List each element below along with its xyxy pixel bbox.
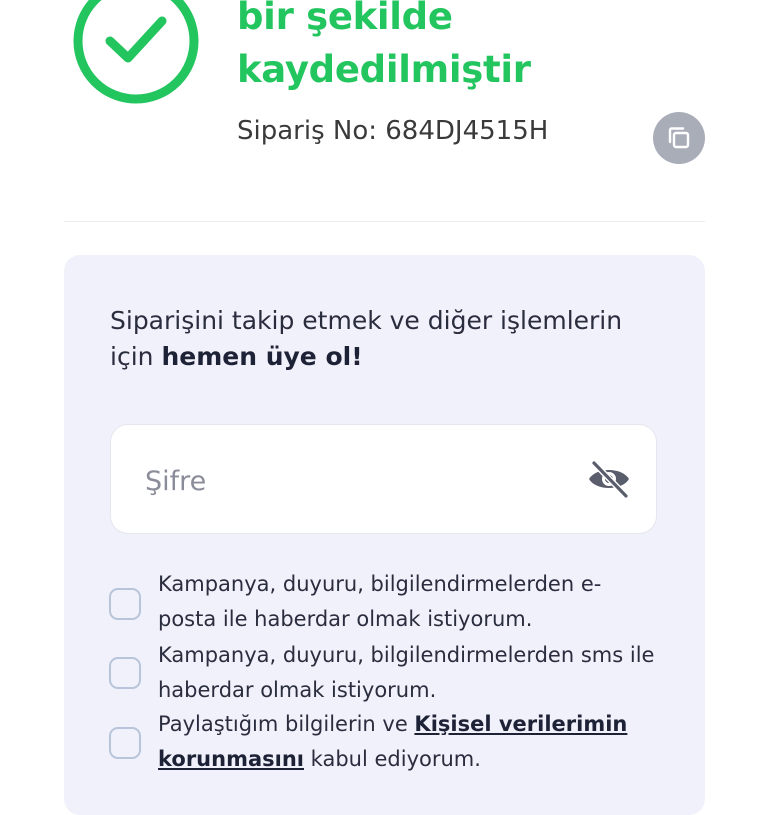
- signup-prompt: Siparişini takip etmek ve diğer işlemler…: [110, 303, 630, 375]
- order-number: Sipariş No: 684DJ4515H: [237, 116, 549, 146]
- eye-off-icon[interactable]: [586, 459, 632, 499]
- check-circle-icon: [73, 0, 199, 104]
- consent-kvkk-label: Paylaştığım bilgilerin ve Kişisel verile…: [158, 707, 658, 777]
- consent-kvkk-text-after: kabul ediyorum.: [304, 747, 481, 771]
- title-line-1: bir şekilde: [237, 0, 453, 38]
- password-input[interactable]: [143, 455, 567, 507]
- consent-email-label: Kampanya, duyuru, bilgilendirmelerden e-…: [158, 572, 602, 631]
- page-title: bir şekilde kaydedilmiştir: [237, 0, 531, 96]
- signup-prompt-bold: hemen üye ol!: [161, 342, 363, 371]
- consent-kvkk-text-before: Paylaştığım bilgilerin ve: [158, 712, 415, 736]
- consent-sms-label: Kampanya, duyuru, bilgilendirmelerden sm…: [158, 643, 655, 702]
- copy-order-button[interactable]: [653, 112, 705, 164]
- password-field[interactable]: [110, 424, 657, 534]
- consent-email-checkbox[interactable]: [109, 588, 141, 620]
- title-line-2: kaydedilmiştir: [237, 48, 531, 91]
- consent-sms-checkbox[interactable]: [109, 657, 141, 689]
- divider: [64, 221, 705, 222]
- copy-icon: [668, 127, 690, 149]
- consent-kvkk-checkbox[interactable]: [109, 727, 141, 759]
